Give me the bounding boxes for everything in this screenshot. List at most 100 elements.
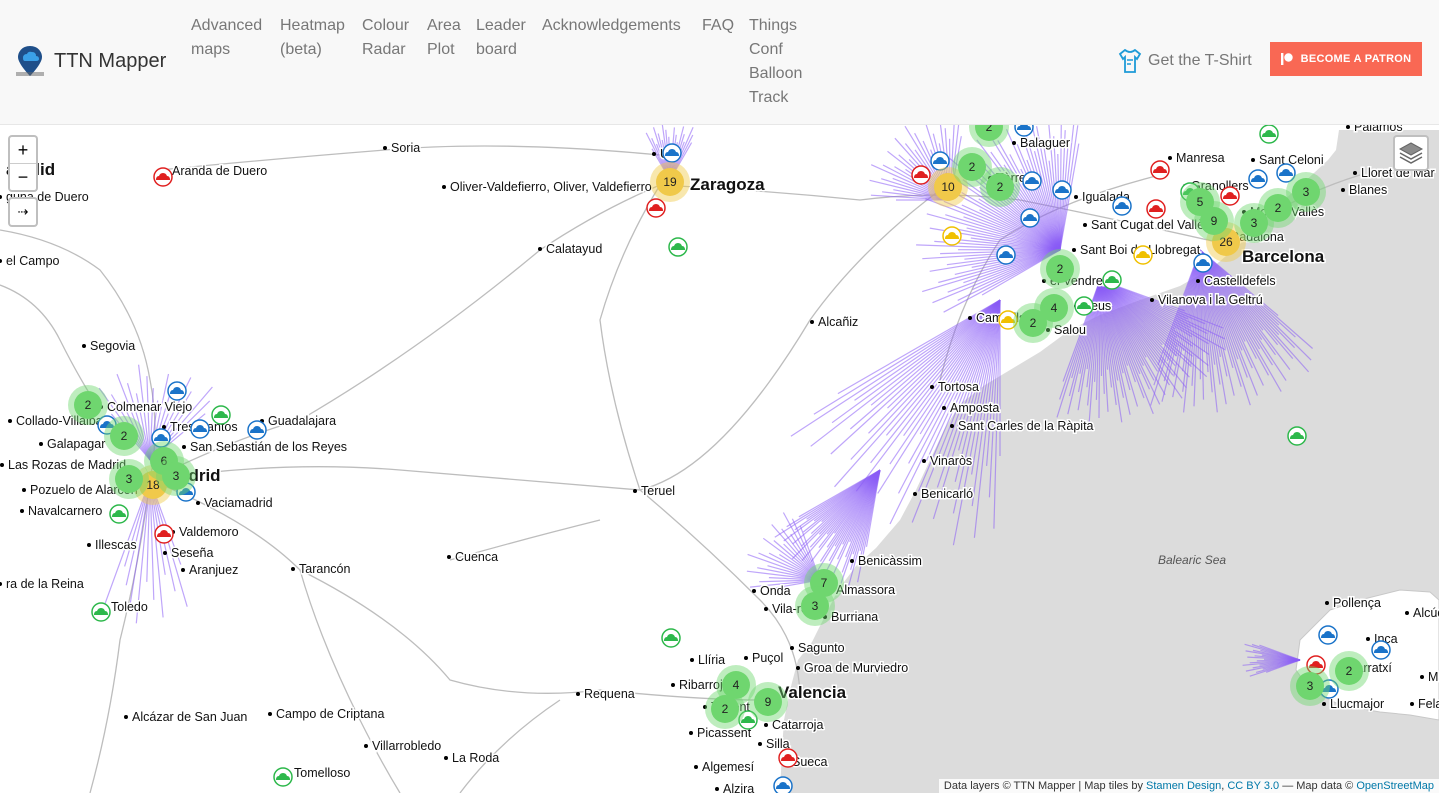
nav-area-plot[interactable]: Area Plot	[427, 14, 461, 62]
gateway-marker[interactable]	[942, 226, 962, 246]
gateway-marker[interactable]	[1150, 160, 1170, 180]
measure-button[interactable]: ⇢	[10, 199, 36, 225]
nav-leader-board[interactable]: Leader board	[476, 14, 526, 62]
cluster-count: 4	[1051, 301, 1058, 315]
place-dot	[20, 509, 24, 513]
gateway-marker[interactable]	[662, 143, 682, 163]
gateway-marker[interactable]	[1052, 180, 1072, 200]
layers-button[interactable]	[1393, 135, 1429, 171]
cc-by-link[interactable]: CC BY 3.0	[1227, 780, 1279, 792]
gateway-marker[interactable]	[773, 776, 793, 793]
place-label: Llucmajor	[1330, 697, 1384, 711]
gateway-marker[interactable]	[1259, 125, 1279, 144]
zoom-out-button[interactable]: −	[10, 164, 36, 190]
gateway-marker[interactable]	[167, 381, 187, 401]
gateway-marker[interactable]	[1112, 196, 1132, 216]
become-patron-button[interactable]: BECOME A PATRON	[1270, 42, 1422, 76]
gateway-marker[interactable]	[911, 165, 931, 185]
gateway-marker[interactable]	[1102, 270, 1122, 290]
gateway-marker[interactable]	[1074, 296, 1094, 316]
gateway-marker[interactable]	[668, 237, 688, 257]
gateway-marker[interactable]	[646, 198, 666, 218]
cluster-marker[interactable]: 9	[748, 682, 788, 722]
place-label: Alcázar de San Juan	[132, 710, 247, 724]
cluster-marker[interactable]: 19	[650, 162, 690, 202]
cluster-marker[interactable]: 3	[795, 586, 835, 626]
stamen-link[interactable]: Stamen Design	[1146, 780, 1221, 792]
zoom-in-button[interactable]: +	[10, 137, 36, 164]
gateway-marker[interactable]	[1133, 245, 1153, 265]
place-dot	[444, 756, 448, 760]
place-label: Llíria	[698, 653, 725, 667]
place-dot	[790, 646, 794, 650]
gateway-marker[interactable]	[273, 767, 293, 787]
place-dot	[690, 658, 694, 662]
gateway-marker[interactable]	[1146, 199, 1166, 219]
map-attribution: Data layers © TTN Mapper | Map tiles by …	[938, 779, 1439, 793]
layers-icon	[1398, 142, 1424, 164]
place-dot	[1325, 601, 1329, 605]
gateway-marker[interactable]	[211, 405, 231, 425]
place-dot	[8, 419, 12, 423]
cluster-count: 2	[85, 398, 92, 412]
cluster-marker[interactable]: 2	[1040, 249, 1080, 289]
cluster-marker[interactable]: 2	[705, 689, 745, 729]
cluster-marker[interactable]: 3	[156, 456, 196, 496]
place-label: Barcelona	[1242, 247, 1325, 266]
cluster-marker[interactable]: 2	[980, 167, 1020, 207]
place-dot	[694, 765, 698, 769]
cluster-marker[interactable]: 2	[1013, 303, 1053, 343]
cluster-marker[interactable]: 9	[1194, 201, 1234, 241]
map-canvas[interactable]: SoriaAranda de Dueroal olidguna de Duero…	[0, 125, 1439, 793]
gateway-marker[interactable]	[190, 419, 210, 439]
place-label: Algemesí	[702, 760, 755, 774]
cluster-marker[interactable]: 2	[68, 385, 108, 425]
place-dot	[1405, 611, 1409, 615]
place-dot	[364, 744, 368, 748]
brand-link[interactable]: TTN Mapper	[14, 44, 166, 78]
gateway-marker[interactable]	[996, 245, 1016, 265]
openstreetmap-link[interactable]: OpenStreetMap	[1356, 780, 1434, 792]
cluster-count: 3	[1307, 679, 1314, 693]
gateway-marker[interactable]	[247, 420, 267, 440]
gateway-marker[interactable]	[778, 748, 798, 768]
place-dot	[942, 406, 946, 410]
place-dot	[1196, 279, 1200, 283]
gateway-marker[interactable]	[1220, 186, 1240, 206]
gateway-marker[interactable]	[153, 167, 173, 187]
gateway-marker[interactable]	[109, 504, 129, 524]
gateway-marker[interactable]	[1248, 169, 1268, 189]
place-label: Amposta	[950, 401, 999, 415]
place-label: Navalcarnero	[28, 504, 102, 518]
gateway-marker[interactable]	[91, 602, 111, 622]
place-label: Alcañiz	[818, 315, 858, 329]
nav-colour-radar[interactable]: Colour Radar	[362, 14, 409, 62]
tshirt-link[interactable]: Get the T-Shirt	[1118, 48, 1252, 74]
cluster-marker[interactable]: 3	[109, 459, 149, 499]
gateway-marker[interactable]	[1020, 208, 1040, 228]
cluster-marker[interactable]: 2	[104, 416, 144, 456]
nav-acknowledgements[interactable]: Acknowledgements	[542, 14, 681, 38]
nav-heatmap[interactable]: Heatmap (beta)	[280, 14, 345, 62]
nav-advanced-maps[interactable]: Advanced maps	[191, 14, 262, 62]
cluster-marker[interactable]: 3	[1286, 172, 1326, 212]
place-dot	[1346, 125, 1350, 129]
gateway-marker[interactable]	[1371, 640, 1391, 660]
place-label: Balearic Sea	[1158, 553, 1226, 567]
gateway-marker[interactable]	[661, 628, 681, 648]
place-label: Balaguer	[1020, 136, 1070, 150]
place-dot	[715, 787, 719, 791]
gateway-marker[interactable]	[1287, 426, 1307, 446]
nav-faq[interactable]: FAQ	[702, 14, 734, 38]
cluster-marker[interactable]: 3	[1290, 666, 1330, 706]
gateway-marker[interactable]	[1022, 171, 1042, 191]
cluster-marker[interactable]: 2	[969, 125, 1009, 147]
gateway-marker[interactable]	[1014, 125, 1034, 137]
gateway-marker[interactable]	[1193, 253, 1213, 273]
gateway-marker[interactable]	[154, 524, 174, 544]
navbar: TTN Mapper Advanced maps Heatmap (beta) Co…	[0, 0, 1439, 125]
place-label: Las Rozas de Madrid	[8, 458, 126, 472]
cluster-marker[interactable]: 2	[1329, 651, 1369, 691]
nav-things-conf[interactable]: Things Conf Balloon Track	[749, 14, 802, 110]
gateway-marker[interactable]	[1318, 625, 1338, 645]
